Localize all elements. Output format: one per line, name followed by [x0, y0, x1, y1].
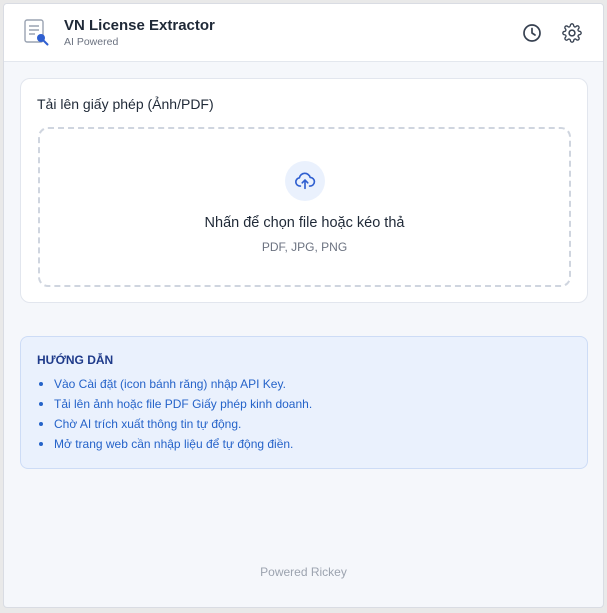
document-search-icon	[24, 18, 50, 47]
dropzone-label: Nhấn để chọn file hoặc kéo thả	[204, 215, 405, 231]
history-button[interactable]	[521, 22, 543, 44]
upload-title: Tải lên giấy phép (Ảnh/PDF)	[37, 96, 214, 112]
guide-box: HƯỚNG DẪN Vào Cài đặt (icon bánh răng) n…	[20, 336, 588, 469]
upload-card: Tải lên giấy phép (Ảnh/PDF) Nhấn để chọn…	[20, 78, 588, 303]
guide-list: Vào Cài đặt (icon bánh răng) nhập API Ke…	[37, 374, 571, 454]
header-actions	[521, 22, 583, 44]
dropzone-formats: PDF, JPG, PNG	[261, 240, 348, 254]
clock-icon	[523, 23, 541, 42]
list-item: Vào Cài đặt (icon bánh răng) nhập API Ke…	[37, 374, 571, 394]
footer-text: Powered Rickey	[260, 565, 347, 579]
upload-icon-wrap	[284, 161, 325, 201]
guide-title: HƯỚNG DẪN	[37, 353, 114, 367]
list-item: Chờ AI trích xuất thông tin tự động.	[37, 414, 571, 434]
settings-button[interactable]	[561, 22, 583, 44]
list-item: Tải lên ảnh hoặc file PDF Giấy phép kinh…	[37, 394, 571, 414]
app-titles: VN License Extractor AI Powered	[64, 17, 215, 49]
app-header: VN License Extractor AI Powered	[4, 4, 603, 62]
extension-panel: VN License Extractor AI Powered Tải lên …	[3, 3, 604, 608]
app-title: VN License Extractor	[64, 16, 215, 34]
file-dropzone[interactable]: Nhấn để chọn file hoặc kéo thả PDF, JPG,…	[38, 127, 571, 287]
cloud-upload-icon	[294, 172, 315, 190]
app-subtitle: AI Powered	[64, 35, 119, 48]
gear-icon	[562, 22, 582, 43]
list-item: Mở trang web cần nhập liệu để tự động đi…	[37, 434, 571, 454]
